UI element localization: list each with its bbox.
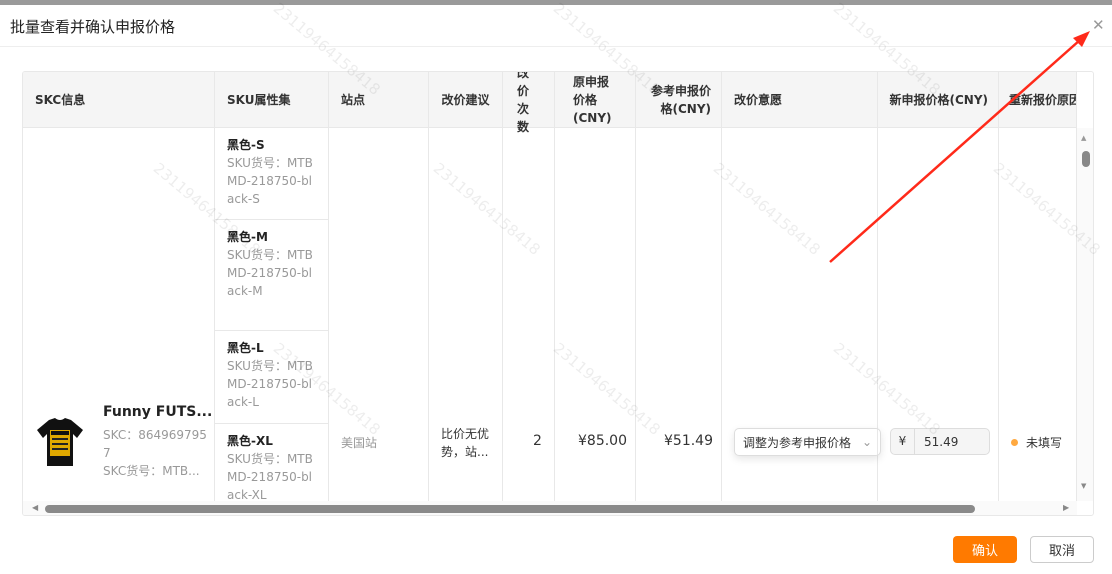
col-suggestion: 改价建议 <box>429 72 503 128</box>
product-image <box>35 416 85 468</box>
new-price-input[interactable]: ¥ 51.49 <box>890 428 990 455</box>
sku-name: 黑色-XL <box>227 434 273 448</box>
vertical-scroll-thumb[interactable] <box>1082 151 1090 167</box>
price-table: SKC信息 SKU属性集 站点 改价建议 改价次数 原申报价格(CNY) 参考申… <box>22 71 1094 516</box>
col-skc: SKC信息 <box>23 72 215 128</box>
horizontal-scroll-thumb[interactable] <box>45 505 975 513</box>
sku-item: 黑色-M SKU货号：MTBMD-218750-black-M <box>215 220 329 331</box>
status-dot-icon <box>1011 439 1018 446</box>
intent-value: 调整为参考申报价格 <box>743 435 852 450</box>
new-price-value: 51.49 <box>924 434 959 449</box>
sku-item: 黑色-XL SKU货号：MTBMD-218750-black-XL <box>215 424 329 501</box>
vertical-scrollbar[interactable]: ▲ ▼ <box>1077 128 1093 501</box>
window-top-bar <box>0 0 1112 5</box>
col-intent: 改价意愿 <box>722 72 878 128</box>
site: 美国站 <box>341 436 378 450</box>
sku-item: 黑色-L SKU货号：MTBMD-218750-black-L <box>215 331 329 424</box>
price-suggestion: 比价无优势，站... <box>441 427 490 459</box>
currency-prefix: ¥ <box>891 429 915 454</box>
table-header: SKC信息 SKU属性集 站点 改价建议 改价次数 原申报价格(CNY) 参考申… <box>23 72 1077 134</box>
reason-status: 未填写 <box>1011 434 1062 451</box>
col-new-price: 新申报价格(CNY) <box>878 72 999 128</box>
sku-name: 黑色-L <box>227 341 264 355</box>
col-ref-price: 参考申报价格(CNY) <box>636 72 722 128</box>
sku-code: SKU货号：MTBMD-218750-black-XL <box>227 452 313 501</box>
change-count: 2 <box>533 433 542 449</box>
dialog-title: 批量查看并确认申报价格 <box>10 18 176 36</box>
product-name[interactable]: Funny FUTS... <box>103 404 212 420</box>
col-reason: 重新报价原因 <box>999 72 1077 128</box>
col-sku: SKU属性集 <box>215 72 329 128</box>
cancel-button[interactable]: 取消 <box>1030 536 1094 563</box>
col-site: 站点 <box>329 72 429 128</box>
skc-code: SKC货号：MTB... <box>103 464 200 478</box>
divider <box>0 46 1112 47</box>
sku-item: 黑色-S SKU货号：MTBMD-218750-black-S <box>215 128 329 220</box>
sku-code: SKU货号：MTBMD-218750-black-L <box>227 359 313 409</box>
horizontal-scrollbar[interactable]: ◀ ▶ <box>23 501 1077 515</box>
reason-status-text: 未填写 <box>1026 436 1063 450</box>
intent-select[interactable]: 调整为参考申报价格 ⌄ <box>734 428 881 456</box>
original-price: ¥85.00 <box>578 433 627 449</box>
sku-name: 黑色-S <box>227 138 265 152</box>
confirm-button[interactable]: 确认 <box>953 536 1017 563</box>
close-icon[interactable]: ✕ <box>1092 16 1105 34</box>
col-count: 改价次数 <box>503 72 555 134</box>
col-orig-price: 原申报价格(CNY) <box>555 72 636 128</box>
sku-code: SKU货号：MTBMD-218750-black-S <box>227 156 313 206</box>
sku-code: SKU货号：MTBMD-218750-black-M <box>227 248 313 298</box>
reference-price: ¥51.49 <box>664 433 713 449</box>
chevron-down-icon: ⌄ <box>861 435 872 449</box>
sku-name: 黑色-M <box>227 230 268 244</box>
skc-id: SKC：8649697957 <box>103 428 207 460</box>
